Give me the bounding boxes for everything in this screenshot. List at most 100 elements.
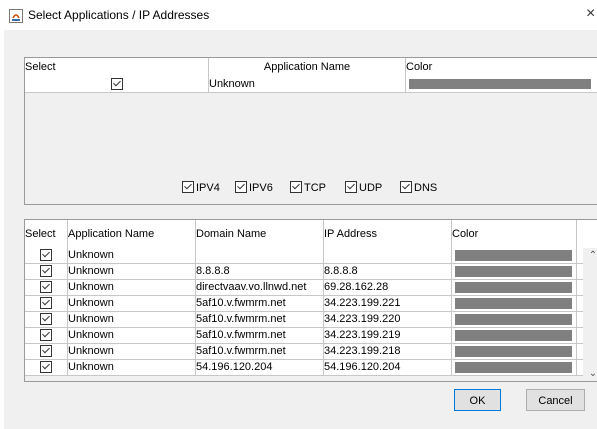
select-cell[interactable]: [25, 248, 68, 263]
color-swatch[interactable]: [455, 266, 572, 277]
ip-cell: [324, 248, 452, 263]
select-cell[interactable]: [25, 328, 68, 343]
table-row[interactable]: Unknown 54.196.120.204 54.196.120.204: [25, 360, 583, 376]
app-name-cell: Unknown: [68, 344, 196, 359]
chevron-up-icon[interactable]: ⌃: [586, 250, 597, 261]
select-checkbox[interactable]: [40, 249, 52, 262]
ip-table-header: Select Application Name Domain Name IP A…: [25, 220, 597, 249]
color-cell[interactable]: [452, 296, 577, 311]
color-swatch[interactable]: [455, 298, 572, 309]
ip-cell: 54.196.120.204: [324, 360, 452, 375]
applications-table-header: Select Application Name Color: [25, 58, 597, 77]
filter-udp[interactable]: UDP: [345, 180, 382, 196]
table-row[interactable]: Unknown 8.8.8.8 8.8.8.8: [25, 264, 583, 280]
color-swatch[interactable]: [455, 250, 572, 261]
select-cell[interactable]: [25, 296, 68, 311]
col-header-color[interactable]: Color: [406, 58, 597, 76]
col-header-app-name[interactable]: Application Name: [68, 220, 196, 248]
color-cell[interactable]: [452, 360, 577, 375]
ip-cell: 8.8.8.8: [324, 264, 452, 279]
color-cell[interactable]: [452, 248, 577, 263]
ip-cell: 34.223.199.218: [324, 344, 452, 359]
select-cell[interactable]: [25, 264, 68, 279]
color-cell[interactable]: [452, 312, 577, 327]
java-app-icon: [9, 9, 23, 23]
select-checkbox[interactable]: [40, 265, 52, 278]
table-row[interactable]: Unknown 5af10.v.fwmrm.net 34.223.199.220: [25, 312, 583, 328]
color-cell[interactable]: [452, 344, 577, 359]
domain-cell: 5af10.v.fwmrm.net: [196, 344, 324, 359]
col-header-select[interactable]: Select: [25, 220, 68, 248]
color-cell[interactable]: [452, 280, 577, 295]
col-header-ip[interactable]: IP Address: [324, 220, 452, 248]
color-cell[interactable]: [406, 76, 597, 92]
app-name-cell: Unknown: [68, 360, 196, 375]
color-swatch[interactable]: [455, 314, 572, 325]
filter-tcp[interactable]: TCP: [290, 180, 326, 196]
filter-tcp-label: TCP: [304, 182, 326, 194]
select-cell[interactable]: [25, 280, 68, 295]
app-name-cell: Unknown: [68, 312, 196, 327]
color-swatch[interactable]: [455, 282, 572, 293]
checkbox-dns[interactable]: [400, 181, 412, 193]
ip-cell: 69.28.162.28: [324, 280, 452, 295]
filter-ipv6[interactable]: IPV6: [235, 180, 273, 196]
color-cell[interactable]: [452, 264, 577, 279]
table-row[interactable]: Unknown 5af10.v.fwmrm.net 34.223.199.221: [25, 296, 583, 312]
select-checkbox[interactable]: [40, 345, 52, 358]
domain-cell: 5af10.v.fwmrm.net: [196, 312, 324, 327]
color-swatch[interactable]: [455, 330, 572, 341]
select-checkbox[interactable]: [110, 78, 123, 91]
cancel-button[interactable]: Cancel: [526, 389, 585, 411]
table-row[interactable]: Unknown 5af10.v.fwmrm.net 34.223.199.218: [25, 344, 583, 360]
color-swatch[interactable]: [409, 79, 591, 89]
domain-cell: directvaav.vo.llnwd.net: [196, 280, 324, 295]
checkbox-tcp[interactable]: [290, 181, 302, 193]
title-bar[interactable]: Select Applications / IP Addresses ×: [4, 0, 597, 30]
col-header-select[interactable]: Select: [25, 58, 209, 76]
filter-ipv4[interactable]: IPV4: [182, 180, 220, 196]
color-swatch[interactable]: [455, 346, 572, 357]
dialog-content: Select Application Name Color Unknown IP…: [4, 30, 597, 429]
select-checkbox[interactable]: [40, 297, 52, 310]
filter-ipv6-label: IPV6: [249, 182, 273, 194]
app-name-cell: Unknown: [209, 76, 406, 92]
checkbox-ipv4[interactable]: [182, 181, 194, 193]
app-name-cell: Unknown: [68, 264, 196, 279]
table-row[interactable]: Unknown: [25, 76, 597, 93]
filter-dns[interactable]: DNS: [400, 180, 437, 196]
domain-cell: [196, 248, 324, 263]
col-header-domain[interactable]: Domain Name: [196, 220, 324, 248]
ok-button[interactable]: OK: [454, 389, 501, 411]
select-cell[interactable]: [25, 312, 68, 327]
ip-cell: 34.223.199.219: [324, 328, 452, 343]
table-row[interactable]: Unknown 5af10.v.fwmrm.net 34.223.199.219: [25, 328, 583, 344]
dialog-title: Select Applications / IP Addresses: [28, 8, 210, 22]
color-cell[interactable]: [452, 328, 577, 343]
domain-cell: 5af10.v.fwmrm.net: [196, 328, 324, 343]
table-row[interactable]: Unknown directvaav.vo.llnwd.net 69.28.16…: [25, 280, 583, 296]
filter-dns-label: DNS: [414, 182, 438, 194]
vertical-scrollbar[interactable]: ⌃ ⌄: [583, 248, 597, 381]
select-cell[interactable]: [25, 344, 68, 359]
color-swatch[interactable]: [455, 362, 572, 373]
table-row[interactable]: Unknown: [25, 248, 583, 264]
ip-cell: 34.223.199.220: [324, 312, 452, 327]
app-name-cell: Unknown: [68, 248, 196, 263]
select-cell[interactable]: [25, 360, 68, 375]
app-name-cell: Unknown: [68, 280, 196, 295]
select-checkbox[interactable]: [40, 313, 52, 326]
filter-ipv4-label: IPV4: [196, 182, 220, 194]
chevron-down-icon[interactable]: ⌄: [586, 368, 597, 379]
checkbox-udp[interactable]: [345, 181, 357, 193]
domain-cell: 5af10.v.fwmrm.net: [196, 296, 324, 311]
col-header-app-name[interactable]: Application Name: [209, 58, 406, 76]
select-checkbox[interactable]: [40, 329, 52, 342]
select-checkbox[interactable]: [40, 281, 52, 294]
checkbox-ipv6[interactable]: [235, 181, 247, 193]
close-icon[interactable]: ×: [586, 5, 595, 23]
select-checkbox[interactable]: [40, 361, 52, 374]
select-cell[interactable]: [25, 76, 209, 92]
col-header-color[interactable]: Color: [452, 220, 577, 248]
select-applications-dialog: Select Applications / IP Addresses × Sel…: [4, 0, 597, 429]
